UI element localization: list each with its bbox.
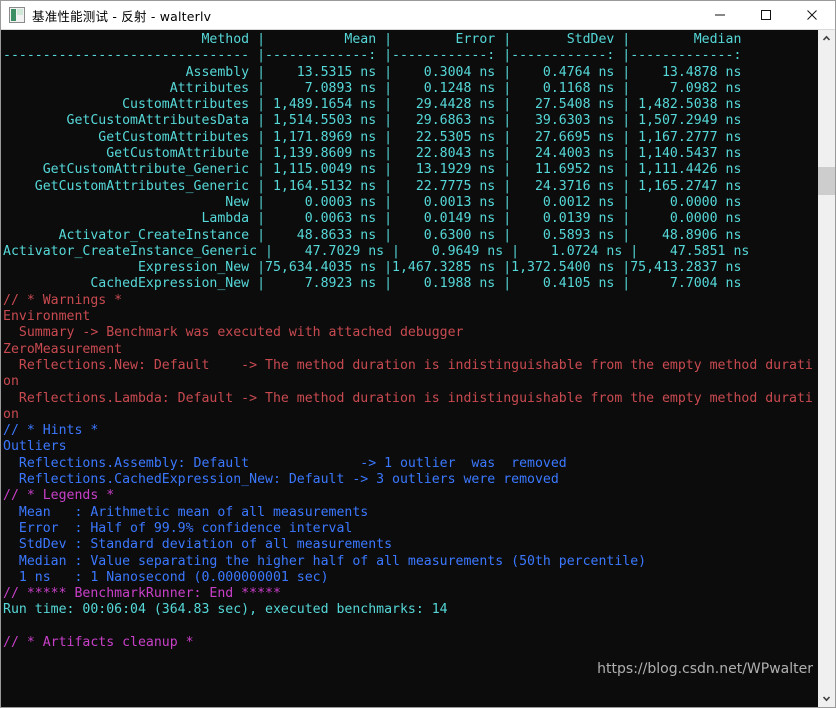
window-title: 基准性能测试 - 反射 - walterlv: [32, 8, 212, 24]
minimize-icon: [715, 14, 725, 16]
console-text: Method | Mean | Error | StdDev | Median …: [1, 30, 817, 651]
console-window: 基准性能测试 - 反射 - walterlv Method | Mean | E…: [0, 0, 836, 708]
minimize-button[interactable]: [697, 1, 743, 29]
window-controls: [697, 1, 835, 29]
scroll-track[interactable]: [818, 47, 835, 690]
vertical-scrollbar[interactable]: [817, 30, 835, 707]
console-body: Method | Mean | Error | StdDev | Median …: [1, 30, 835, 707]
chevron-up-icon: [822, 35, 831, 41]
chevron-down-icon: [822, 696, 831, 702]
legends-lines: Mean : Arithmetic mean of all measuremen…: [18, 504, 647, 585]
warnings-block: // * Warnings * Environment Summary -> B…: [3, 292, 813, 422]
footer-block: // ***** BenchmarkRunner: End ***** Run …: [3, 586, 448, 650]
scroll-up-button[interactable]: [818, 30, 835, 47]
title-bar[interactable]: 基准性能测试 - 反射 - walterlv: [1, 1, 835, 30]
console-output-area[interactable]: Method | Mean | Error | StdDev | Median …: [1, 30, 817, 707]
results-table: Method | Mean | Error | StdDev | Median …: [3, 32, 750, 292]
watermark: https://blog.csdn.net/WPwalter: [597, 661, 813, 677]
run-time-line: Run time: 00:06:04 (364.83 sec), execute…: [3, 602, 448, 618]
maximize-button[interactable]: [743, 1, 789, 29]
scroll-down-button[interactable]: [818, 690, 835, 707]
benchmark-end-header: // ***** BenchmarkRunner: End *****: [3, 586, 281, 602]
close-button[interactable]: [789, 1, 835, 29]
close-icon: [807, 10, 817, 20]
legends-header: // * Legends *: [3, 488, 115, 504]
artifacts-cleanup-line: // * Artifacts cleanup *: [3, 634, 194, 650]
legends-block: // * Legends * Mean : Arithmetic mean of…: [3, 488, 646, 584]
maximize-icon: [761, 10, 771, 20]
console-icon: [9, 7, 25, 23]
hints-block: // * Hints * Outliers Reflections.Assemb…: [3, 423, 567, 488]
scroll-thumb[interactable]: [818, 167, 835, 195]
